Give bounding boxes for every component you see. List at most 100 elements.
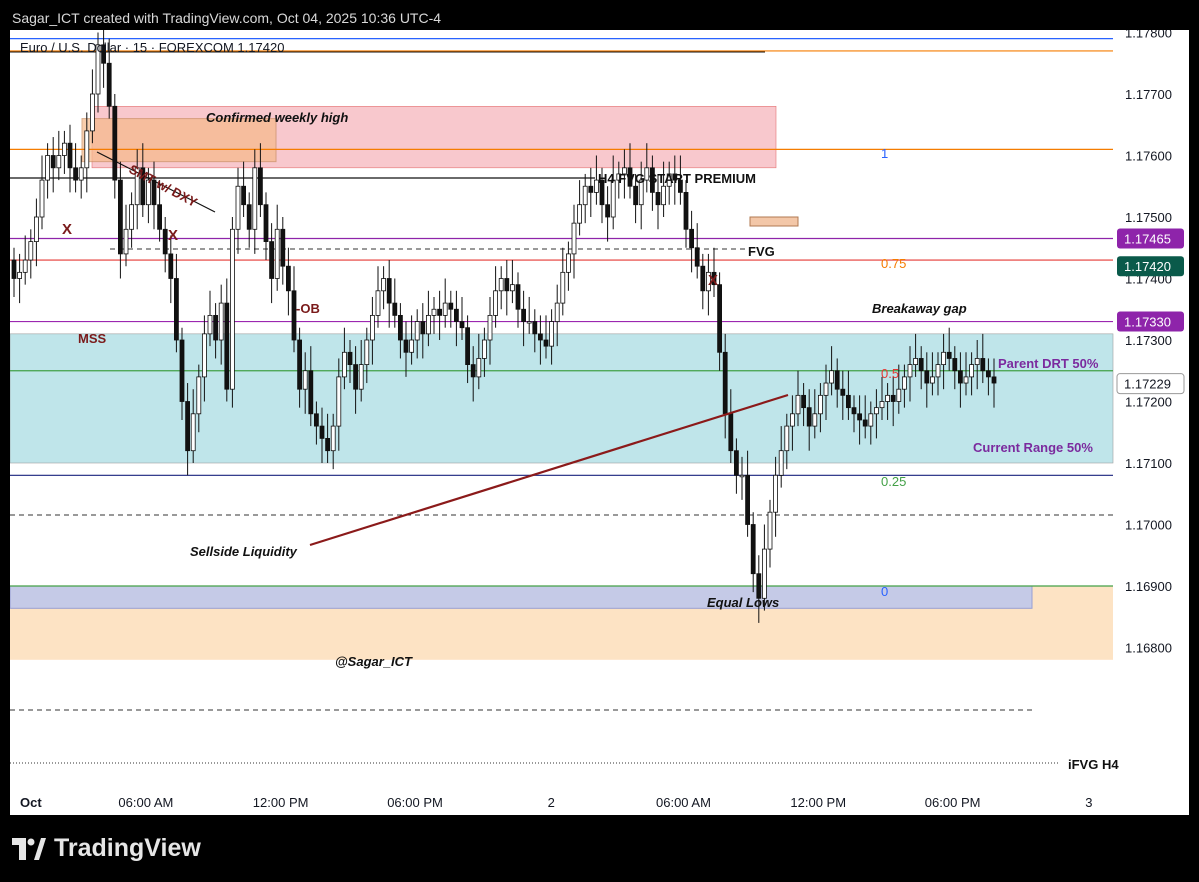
tradingview-logo[interactable]: TradingView xyxy=(12,834,201,863)
candle-body xyxy=(941,351,946,365)
candle-body xyxy=(633,185,638,206)
header-text: Sagar_ICT created with TradingView.com, … xyxy=(12,10,442,26)
annotation-label: X xyxy=(62,221,72,238)
candle-body xyxy=(179,339,185,402)
candle-body xyxy=(767,511,773,550)
y-tick-label: 1.17100 xyxy=(1125,456,1172,471)
candle-body xyxy=(924,370,930,384)
candle-body xyxy=(582,185,588,206)
annotation-label: H4 FVG START PREMIUM xyxy=(598,171,756,186)
candle-body xyxy=(974,358,980,366)
x-tick-label: Oct xyxy=(20,795,42,810)
y-tick-label: 1.17700 xyxy=(1125,87,1172,102)
candle-body xyxy=(907,364,913,378)
candle-body xyxy=(229,228,235,390)
candle-body xyxy=(375,290,381,316)
candle-body xyxy=(437,308,443,316)
candle-body xyxy=(543,339,549,347)
candle-body xyxy=(319,425,325,439)
candle-body xyxy=(235,185,241,230)
annotation-label: Breakaway gap xyxy=(872,301,967,316)
candle-body xyxy=(45,155,50,181)
candle-body xyxy=(90,93,95,132)
price-badge-label: 1.17420 xyxy=(1124,259,1171,274)
fib-label: 0.75 xyxy=(881,256,906,271)
candle-body xyxy=(549,321,554,347)
candle-body xyxy=(722,351,728,415)
candle-body xyxy=(185,401,191,452)
candle-body xyxy=(252,167,258,230)
candle-body xyxy=(285,265,291,292)
candle-body xyxy=(207,314,213,335)
price-badge-label: 1.17330 xyxy=(1124,315,1171,330)
candle-body xyxy=(778,450,784,476)
candle-body xyxy=(795,394,801,415)
x-tick-label: 2 xyxy=(548,795,555,810)
x-tick-label: 06:00 AM xyxy=(656,795,711,810)
brand-name: TradingView xyxy=(54,834,201,862)
fib-label: 1 xyxy=(881,146,888,161)
candle-body xyxy=(196,376,202,415)
candle-body xyxy=(874,407,879,415)
chart-panel[interactable]: Confirmed weekly high SMT w/ DXY H4 FVG ST… xyxy=(10,30,1189,815)
candle-body xyxy=(341,351,347,378)
candle-body xyxy=(257,167,263,206)
candle-body xyxy=(509,284,515,292)
candle-body xyxy=(493,290,499,316)
candle-body xyxy=(280,228,286,267)
candle-body xyxy=(689,228,694,249)
candle-body xyxy=(762,548,767,599)
candle-body xyxy=(806,407,812,427)
candle-body xyxy=(33,216,39,243)
candle-body xyxy=(717,284,722,353)
candle-body xyxy=(728,413,734,452)
candle-body xyxy=(930,376,935,384)
candle-body xyxy=(683,191,689,230)
annotation-label: Current Range 50% xyxy=(973,440,1093,455)
y-tick-label: 1.17300 xyxy=(1125,333,1172,348)
candle-body xyxy=(818,394,823,415)
candle-body xyxy=(498,278,504,292)
candle-body xyxy=(364,339,370,366)
candle-body xyxy=(801,394,806,409)
candle-body xyxy=(504,278,510,292)
candlestick-chart[interactable]: Confirmed weekly highSMT w/ DXY H4 FVG ST… xyxy=(10,30,1189,815)
annotation-label: Sellside Liquidity xyxy=(190,544,298,559)
candle-body xyxy=(532,321,538,335)
candle-body xyxy=(571,222,577,255)
annotation-label: FVG xyxy=(748,244,775,259)
breakaway-gap-box xyxy=(749,216,799,227)
x-tick-label: 06:00 PM xyxy=(387,795,443,810)
annotation-label: @Sagar_ICT xyxy=(335,654,413,669)
candle-body xyxy=(201,333,207,378)
x-tick-label: 12:00 PM xyxy=(253,795,309,810)
fib-label: 0 xyxy=(881,584,888,599)
annotation-label: X xyxy=(708,272,718,289)
annotation-label: MSS xyxy=(78,331,107,346)
candle-body xyxy=(739,474,745,478)
candle-body xyxy=(694,247,700,267)
candle-body xyxy=(313,413,319,427)
annotation-label: Confirmed weekly high xyxy=(206,110,348,125)
candle-body xyxy=(353,364,359,390)
candle-body xyxy=(274,228,280,279)
candle-body xyxy=(862,419,868,427)
candle-body xyxy=(28,241,34,261)
candle-body xyxy=(263,204,269,242)
candle-body xyxy=(750,524,756,575)
candle-body xyxy=(829,370,834,384)
annotation-label: -OB xyxy=(296,301,320,316)
candle-body xyxy=(890,394,896,402)
y-tick-label: 1.17200 xyxy=(1125,395,1172,410)
candle-body xyxy=(857,413,862,421)
candle-body xyxy=(969,364,974,378)
candle-body xyxy=(431,308,437,316)
y-tick-label: 1.16800 xyxy=(1125,641,1172,656)
candle-body xyxy=(846,394,851,409)
y-tick-label: 1.17600 xyxy=(1125,149,1172,164)
chart-title: Euro / U.S. Dollar · 15 · FOREXCOM 1.174… xyxy=(20,40,285,55)
candle-body xyxy=(386,278,392,304)
candle-body xyxy=(246,204,252,230)
candle-body xyxy=(773,474,778,513)
candle-body xyxy=(22,259,28,273)
